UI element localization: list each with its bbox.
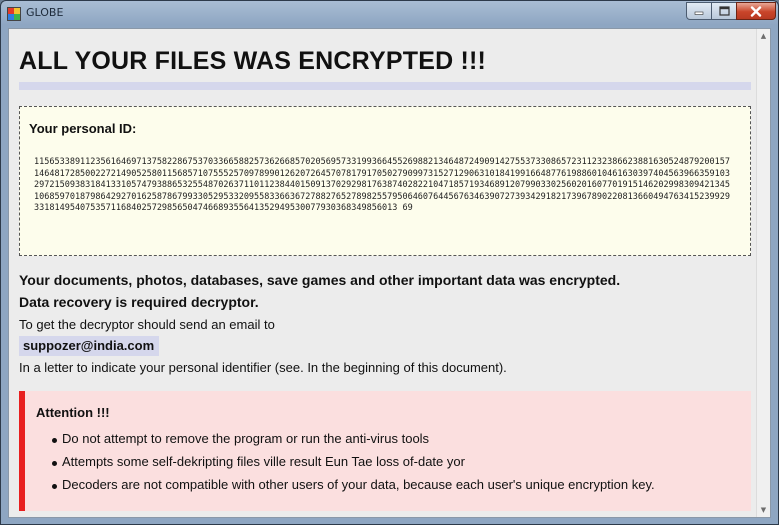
ransom-note-document: ALL YOUR FILES WAS ENCRYPTED !!! Your pe… <box>9 29 756 517</box>
bullet-icon <box>52 484 57 489</box>
client-area: ALL YOUR FILES WAS ENCRYPTED !!! Your pe… <box>8 28 771 518</box>
close-button[interactable] <box>736 2 776 20</box>
globe-shield-icon <box>7 6 21 21</box>
page-title: ALL YOUR FILES WAS ENCRYPTED !!! <box>19 47 487 75</box>
attention-item-text: Attempts some self-dekripting files vill… <box>62 454 465 469</box>
contact-email[interactable]: suppozer@india.com <box>19 336 160 356</box>
personal-id-value[interactable]: 1156533891123561646971375822867537033665… <box>34 157 734 215</box>
decryptor-notice: Data recovery is required decryptor. <box>19 294 259 310</box>
title-underline <box>19 82 751 90</box>
app-window: GLOBE ALL YOUR FILES WAS ENCRYPTED !!! Y… <box>0 0 779 525</box>
encrypted-notice: Your documents, photos, databases, save … <box>19 272 621 288</box>
close-icon <box>750 5 762 17</box>
list-item: Decoders are not compatible with other u… <box>40 477 655 500</box>
title-bar[interactable]: GLOBE <box>1 1 778 25</box>
personal-id-label: Your personal ID: <box>29 121 137 136</box>
attention-item-text: Do not attempt to remove the program or … <box>62 431 430 446</box>
minimize-icon <box>694 11 704 15</box>
attention-list: Do not attempt to remove the program or … <box>40 431 655 500</box>
maximize-icon <box>718 6 730 16</box>
personal-id-box: Your personal ID: 1156533891123561646971… <box>19 106 751 256</box>
scroll-up-icon[interactable]: ▲ <box>757 29 770 43</box>
list-item: Attempts some self-dekripting files vill… <box>40 454 655 477</box>
window-title: GLOBE <box>26 6 64 19</box>
email-instruction: To get the decryptor should send an emai… <box>19 317 275 332</box>
maximize-button[interactable] <box>711 2 737 20</box>
vertical-scrollbar[interactable]: ▲ ▼ <box>756 29 770 517</box>
identifier-instruction: In a letter to indicate your personal id… <box>19 360 507 375</box>
scroll-down-icon[interactable]: ▼ <box>757 503 770 517</box>
list-item: Do not attempt to remove the program or … <box>40 431 655 454</box>
attention-box: Attention !!! Do not attempt to remove t… <box>19 391 751 511</box>
bullet-icon <box>52 461 57 466</box>
minimize-button[interactable] <box>686 2 712 20</box>
attention-title: Attention !!! <box>36 405 110 420</box>
bullet-icon <box>52 438 57 443</box>
attention-item-text: Decoders are not compatible with other u… <box>62 477 655 492</box>
